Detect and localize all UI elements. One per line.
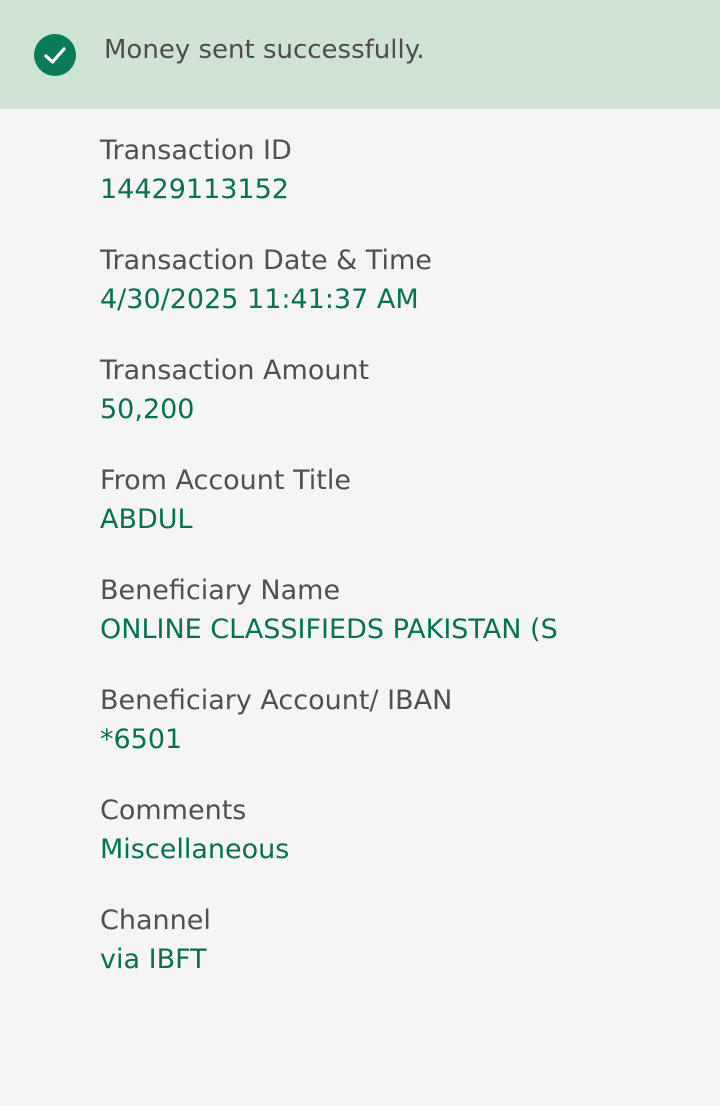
detail-value: 14429113152 (100, 174, 289, 205)
detail-value: *6501 (100, 724, 183, 755)
detail-beneficiary-account: Beneficiary Account/ IBAN *6501 (100, 684, 700, 794)
detail-label: Transaction ID (100, 135, 292, 166)
detail-transaction-datetime: Transaction Date & Time 4/30/2025 11:41:… (100, 244, 700, 354)
detail-transaction-id: Transaction ID 14429113152 (100, 134, 700, 244)
detail-value: ABDUL (100, 504, 193, 535)
detail-comments: Comments Miscellaneous (100, 794, 700, 904)
transaction-details: Transaction ID 14429113152 Transaction D… (100, 134, 700, 1014)
detail-label: Comments (100, 795, 247, 826)
success-banner: Money sent successfully. (0, 0, 720, 109)
detail-value: Miscellaneous (100, 834, 290, 865)
detail-from-account-title: From Account Title ABDUL (100, 464, 700, 574)
detail-label: Transaction Amount (100, 355, 370, 386)
detail-transaction-amount: Transaction Amount 50,200 (100, 354, 700, 464)
detail-label: Channel (100, 905, 211, 936)
detail-label: Transaction Date & Time (100, 245, 432, 276)
success-message: Money sent successfully. (104, 35, 425, 65)
detail-value: via IBFT (100, 944, 207, 975)
detail-beneficiary-name: Beneficiary Name ONLINE CLASSIFIEDS PAKI… (100, 574, 700, 684)
detail-value: 4/30/2025 11:41:37 AM (100, 284, 419, 315)
check-circle-icon (34, 34, 76, 76)
detail-label: Beneficiary Account/ IBAN (100, 685, 453, 716)
detail-channel: Channel via IBFT (100, 904, 700, 1014)
detail-value: 50,200 (100, 394, 195, 425)
detail-value: ONLINE CLASSIFIEDS PAKISTAN (S (100, 614, 558, 645)
detail-label: Beneficiary Name (100, 575, 341, 606)
detail-label: From Account Title (100, 465, 351, 496)
